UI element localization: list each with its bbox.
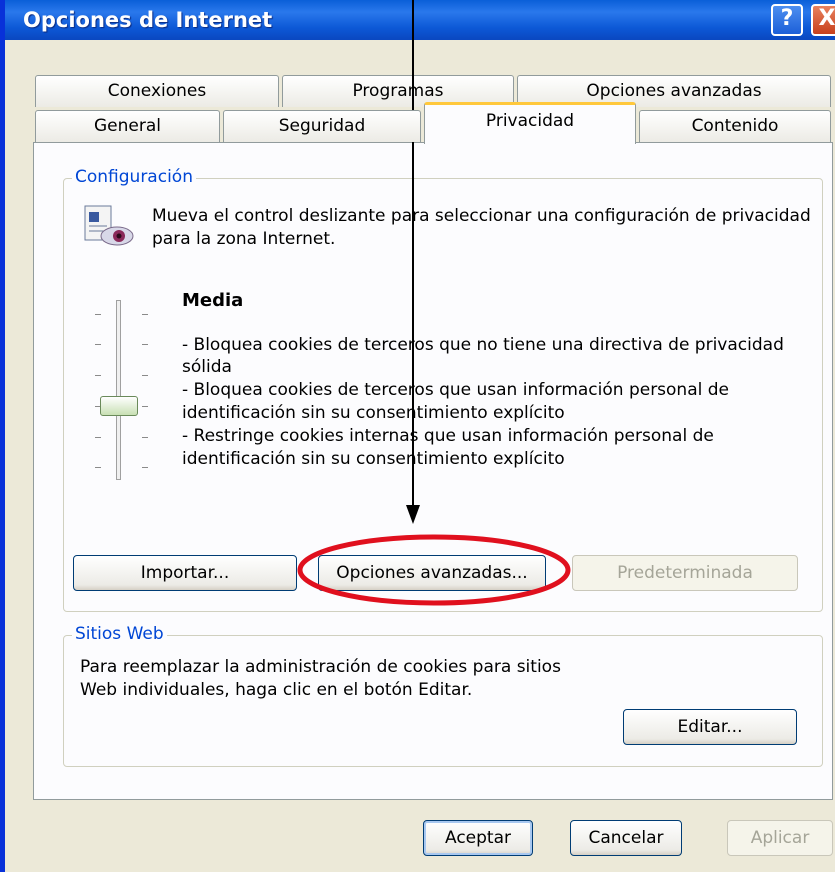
tab-privacidad[interactable]: Privacidad: [424, 102, 636, 144]
config-description-line-1: Mueva el control deslizante para selecci…: [152, 206, 811, 226]
level-line-1: - Bloquea cookies de terceros que no tie…: [182, 335, 784, 355]
slider-tick: [95, 437, 101, 438]
slider-tick: [95, 375, 101, 376]
tab-seguridad[interactable]: Seguridad: [223, 110, 421, 142]
config-group-label: Configuración: [72, 167, 196, 187]
slider-track[interactable]: [116, 300, 121, 480]
sites-group-label: Sitios Web: [72, 624, 167, 644]
sites-description-line-2: Web individuales, haga clic en el botón …: [80, 680, 473, 700]
edit-button[interactable]: Editar...: [623, 709, 797, 745]
slider-tick: [142, 467, 148, 468]
slider-tick: [95, 467, 101, 468]
tab-general[interactable]: General: [35, 110, 220, 142]
cancel-button[interactable]: Cancelar: [570, 820, 682, 856]
privacy-icon: [84, 205, 134, 246]
level-line-4: identificación sin su consentimiento exp…: [182, 403, 565, 423]
slider-thumb[interactable]: [100, 396, 138, 416]
close-button[interactable]: X: [811, 4, 835, 36]
ok-button[interactable]: Aceptar: [423, 820, 533, 856]
help-button[interactable]: ?: [771, 4, 803, 36]
dialog-window: Opciones de Internet ? X Conexiones Prog…: [0, 0, 835, 872]
apply-button[interactable]: Aplicar: [727, 820, 833, 856]
level-line-5: - Restringe cookies internas que usan in…: [182, 426, 714, 446]
sites-description-line-1: Para reemplazar la administración de coo…: [80, 657, 561, 677]
slider-tick: [142, 314, 148, 315]
slider-tick: [142, 344, 148, 345]
level-line-6: identificación sin su consentimiento exp…: [182, 449, 565, 469]
default-button[interactable]: Predeterminada: [572, 555, 798, 591]
slider-tick: [95, 314, 101, 315]
level-line-2: sólida: [182, 357, 232, 377]
slider-tick: [95, 344, 101, 345]
advanced-options-button[interactable]: Opciones avanzadas...: [318, 555, 546, 591]
tab-conexiones[interactable]: Conexiones: [35, 75, 279, 107]
tab-contenido[interactable]: Contenido: [639, 110, 831, 142]
config-description-line-2: para la zona Internet.: [152, 229, 336, 249]
slider-tick: [142, 406, 148, 407]
sites-group: Sitios Web: [63, 624, 823, 767]
privacy-level-title: Media: [182, 290, 244, 311]
title-bar[interactable]: Opciones de Internet ? X: [5, 0, 835, 40]
slider-tick: [142, 375, 148, 376]
level-line-3: - Bloquea cookies de terceros que usan i…: [182, 380, 730, 400]
window-title: Opciones de Internet: [23, 8, 273, 32]
import-button[interactable]: Importar...: [73, 555, 297, 591]
slider-tick: [142, 437, 148, 438]
